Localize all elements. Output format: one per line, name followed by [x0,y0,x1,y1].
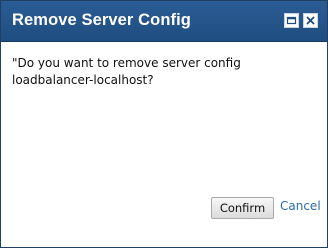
cancel-link[interactable]: Cancel [280,199,321,213]
remove-server-config-dialog: Remove Server Config "Do you want to rem… [0,0,328,248]
maximize-icon [286,16,297,25]
dialog-titlebar[interactable]: Remove Server Config [1,1,327,42]
maximize-button[interactable] [284,13,299,28]
confirmation-message: "Do you want to remove server config loa… [12,56,241,87]
confirm-button[interactable]: Confirm [211,197,274,219]
dialog-body: "Do you want to remove server config loa… [1,42,327,247]
close-button[interactable] [303,13,318,28]
close-icon [306,16,315,25]
dialog-title: Remove Server Config [12,11,191,29]
